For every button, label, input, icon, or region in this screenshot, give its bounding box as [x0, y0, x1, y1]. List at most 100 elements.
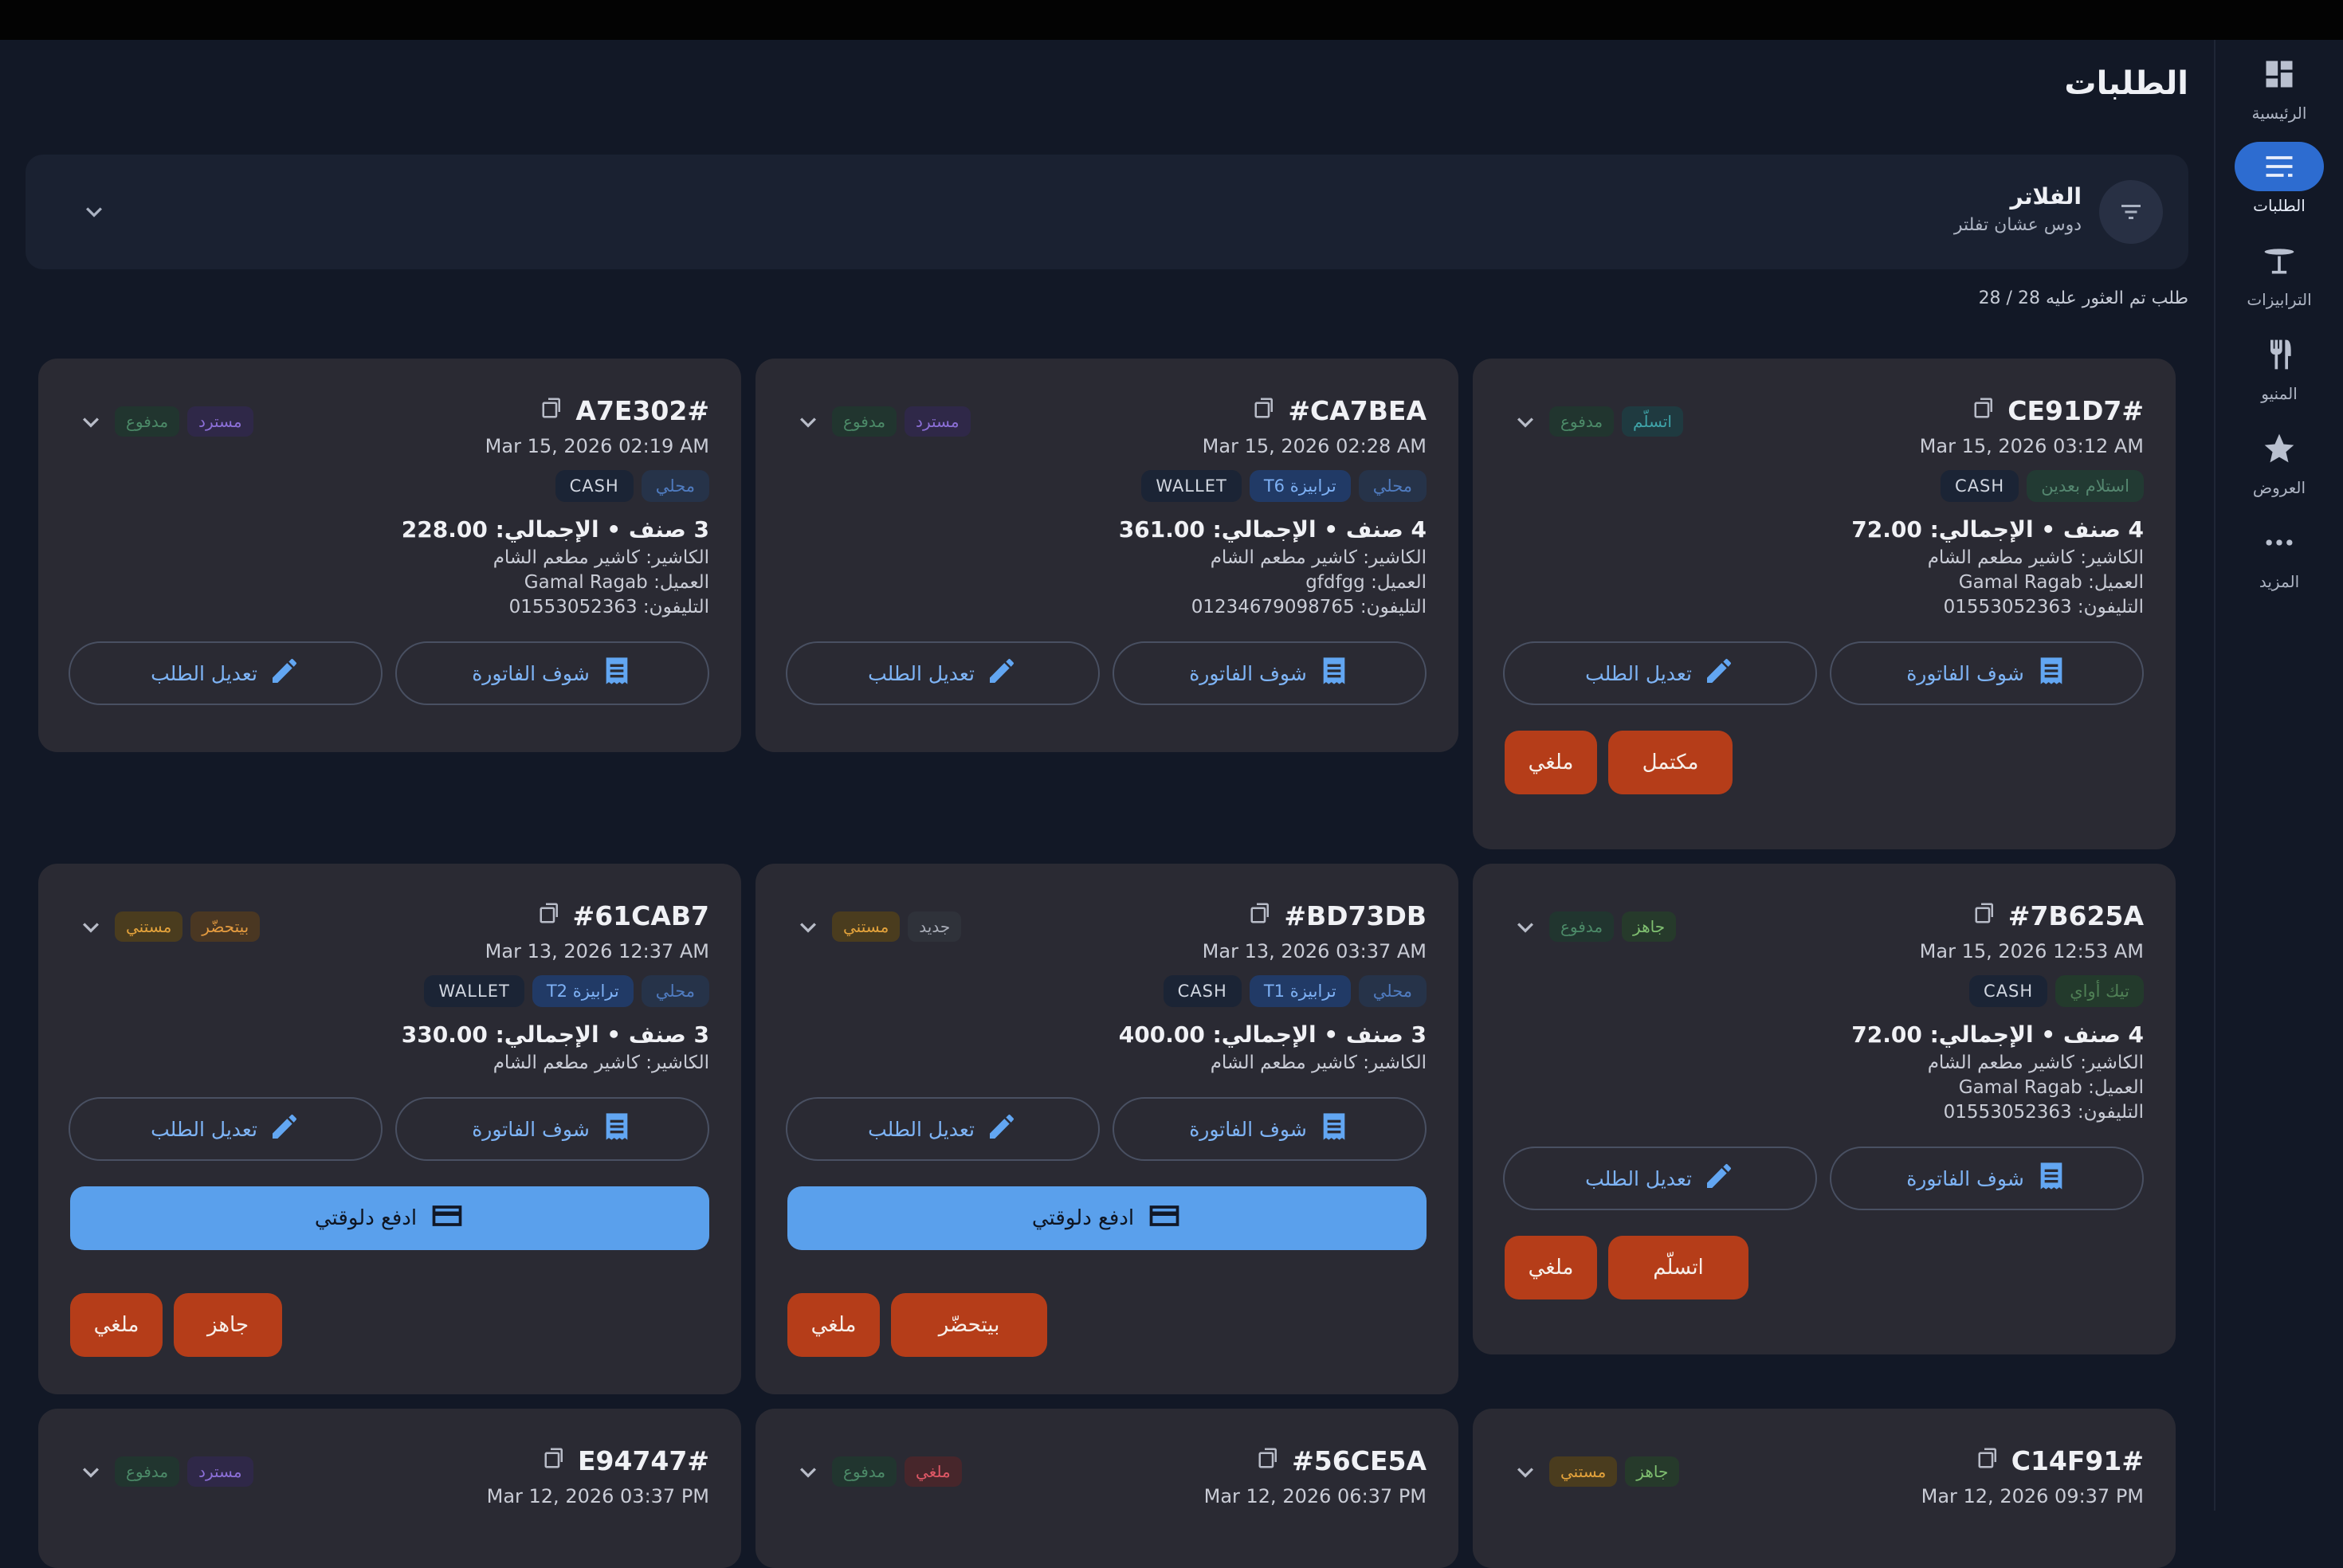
- chevron-down-icon[interactable]: [75, 911, 107, 943]
- view-invoice-button[interactable]: شوف الفاتورة: [395, 1097, 709, 1161]
- pay-now-button[interactable]: ادفع دلوقتي: [787, 1186, 1427, 1250]
- order-tag: WALLET: [1141, 470, 1242, 502]
- view-invoice-button[interactable]: شوف الفاتورة: [395, 641, 709, 705]
- chevron-down-icon[interactable]: [792, 1456, 824, 1488]
- chevron-down-icon[interactable]: [1509, 406, 1541, 438]
- pencil-icon: [269, 655, 300, 692]
- order-id: CA7BEA#: [1253, 395, 1427, 426]
- copy-icon[interactable]: [538, 900, 562, 931]
- status-badge: مسترد: [187, 406, 253, 437]
- order-card[interactable]: #56CE5A Mar 12, 2026 06:37 PM ملغي مدفوع: [755, 1409, 1458, 1568]
- rail-item-orders-list[interactable]: الطلبات: [2215, 142, 2343, 229]
- order-detail-line: الكاشير: كاشير مطعم الشام: [1927, 1053, 2144, 1073]
- order-id-text: #61CAB7: [572, 900, 709, 931]
- order-detail-line: العميل: gfdfgg: [1305, 572, 1427, 593]
- chevron-down-icon[interactable]: [75, 406, 107, 438]
- view-invoice-label: شوف الفاتورة: [1189, 661, 1307, 685]
- order-detail-line: الكاشير: كاشير مطعم الشام: [1210, 1053, 1427, 1073]
- filters-panel[interactable]: الفلاتر دوس عشان تفلتر: [26, 155, 2188, 269]
- chevron-down-icon[interactable]: [1509, 1456, 1541, 1488]
- chevron-down-icon[interactable]: [792, 406, 824, 438]
- status-badges: ملغي مدفوع: [832, 1456, 962, 1487]
- status-action-button[interactable]: اتسلّم: [1608, 1236, 1748, 1299]
- rail-item-table[interactable]: الترابيزات: [2215, 236, 2343, 323]
- edit-order-button[interactable]: تعديل الطلب: [69, 1097, 383, 1161]
- view-invoice-button[interactable]: شوف الفاتورة: [1113, 641, 1427, 705]
- copy-icon[interactable]: [1972, 395, 1996, 426]
- edit-order-button[interactable]: تعديل الطلب: [786, 641, 1100, 705]
- status-badges: جاهز مستني: [1549, 1456, 1680, 1487]
- order-tag: CASH: [1941, 470, 2019, 502]
- copy-icon[interactable]: [1257, 1445, 1281, 1476]
- status-action-button[interactable]: بيتحضّر: [891, 1293, 1047, 1357]
- order-id-text: A7E302#: [575, 395, 709, 426]
- edit-order-button[interactable]: تعديل الطلب: [786, 1097, 1100, 1161]
- status-badge: مدفوع: [115, 406, 180, 437]
- order-date: Mar 15, 2026 12:53 AM: [1919, 940, 2144, 962]
- status-badge: مسترد: [905, 406, 971, 437]
- status-action-button[interactable]: ملغي: [787, 1293, 880, 1357]
- status-action-button[interactable]: ملغي: [70, 1293, 163, 1357]
- copy-icon[interactable]: [543, 1445, 567, 1476]
- order-card[interactable]: CE91D7# Mar 15, 2026 03:12 AM اتسلّم مدفوع ا…: [1473, 359, 2176, 849]
- status-action-button[interactable]: جاهز: [174, 1293, 282, 1357]
- chevron-down-icon[interactable]: [75, 1456, 107, 1488]
- status-action-button[interactable]: مكتمل: [1608, 731, 1733, 794]
- chevron-down-icon[interactable]: [78, 196, 110, 228]
- rail-item-menu-utensils[interactable]: المنيو: [2215, 330, 2343, 417]
- pencil-icon: [1703, 655, 1735, 692]
- status-action-button[interactable]: ملغي: [1505, 731, 1597, 794]
- pencil-icon: [986, 655, 1018, 692]
- status-badge: مدفوع: [832, 406, 897, 437]
- copy-icon[interactable]: [1973, 900, 1997, 931]
- status-badge: مدفوع: [1549, 911, 1615, 942]
- receipt-icon: [1318, 655, 1350, 692]
- rail-item-star[interactable]: العروض: [2215, 424, 2343, 512]
- order-id: BD73DB#: [1249, 900, 1427, 931]
- edit-order-label: تعديل الطلب: [868, 661, 975, 685]
- order-card[interactable]: C14F91# Mar 12, 2026 09:37 PM جاهز مستني: [1473, 1409, 2176, 1568]
- chevron-down-icon[interactable]: [1509, 911, 1541, 943]
- order-card[interactable]: #61CAB7 Mar 13, 2026 12:37 AM بيتحضّر مستني…: [38, 864, 741, 1394]
- rail-item-more-dots[interactable]: المزيد: [2215, 518, 2343, 606]
- order-card[interactable]: CA7BEA# Mar 15, 2026 02:28 AM مسترد مدفوع مح…: [755, 359, 1458, 752]
- order-tag: CASH: [1163, 975, 1242, 1007]
- rail-item-dashboard[interactable]: الرئيسية: [2215, 49, 2343, 137]
- status-action-button[interactable]: ملغي: [1505, 1236, 1597, 1299]
- view-invoice-button[interactable]: شوف الفاتورة: [1830, 641, 2144, 705]
- edit-order-label: تعديل الطلب: [1585, 1166, 1692, 1190]
- navigation-rail: الرئيسية الطلبات الترابيزات المنيو العرو…: [2214, 40, 2343, 1511]
- order-total: 4 صنف • الإجمالي: 361.00: [1118, 516, 1427, 543]
- status-badges: مسترد مدفوع: [115, 1456, 253, 1487]
- status-badge: مسترد: [187, 1456, 253, 1487]
- order-detail-line: الكاشير: كاشير مطعم الشام: [1210, 547, 1427, 568]
- order-card[interactable]: BD73DB# Mar 13, 2026 03:37 AM جديد مستني محل…: [755, 864, 1458, 1394]
- pay-now-button[interactable]: ادفع دلوقتي: [70, 1186, 709, 1250]
- order-id-text: BD73DB#: [1284, 900, 1427, 931]
- copy-icon[interactable]: [540, 395, 564, 426]
- more-dots-icon: [2235, 518, 2324, 567]
- view-invoice-button[interactable]: شوف الفاتورة: [1113, 1097, 1427, 1161]
- view-invoice-button[interactable]: شوف الفاتورة: [1830, 1147, 2144, 1210]
- status-badge: ملغي: [905, 1456, 962, 1487]
- order-tags: استلام بعدين CASH: [1941, 470, 2144, 502]
- order-tags: محلي CASH: [555, 470, 709, 502]
- copy-icon[interactable]: [1976, 1445, 2000, 1476]
- copy-icon[interactable]: [1253, 395, 1277, 426]
- order-card[interactable]: #7B625A Mar 15, 2026 12:53 AM جاهز مدفوع تيك…: [1473, 864, 2176, 1354]
- edit-order-label: تعديل الطلب: [868, 1117, 975, 1141]
- filter-icon: [2099, 180, 2163, 244]
- order-id: CE91D7#: [1972, 395, 2144, 426]
- copy-icon[interactable]: [1249, 900, 1273, 931]
- edit-order-button[interactable]: تعديل الطلب: [1503, 1147, 1817, 1210]
- chevron-down-icon[interactable]: [792, 911, 824, 943]
- top-bar: [0, 0, 2343, 40]
- order-tags: تيك أواي CASH: [1969, 975, 2144, 1007]
- order-card[interactable]: A7E302# Mar 15, 2026 02:19 AM مسترد مدفوع مح…: [38, 359, 741, 752]
- view-invoice-label: شوف الفاتورة: [472, 661, 590, 685]
- order-total: 4 صنف • الإجمالي: 72.00: [1851, 516, 2144, 543]
- edit-order-button[interactable]: تعديل الطلب: [69, 641, 383, 705]
- edit-order-button[interactable]: تعديل الطلب: [1503, 641, 1817, 705]
- order-total: 3 صنف • الإجمالي: 330.00: [401, 1021, 709, 1048]
- order-card[interactable]: E94747# Mar 12, 2026 03:37 PM مسترد مدفوع: [38, 1409, 741, 1568]
